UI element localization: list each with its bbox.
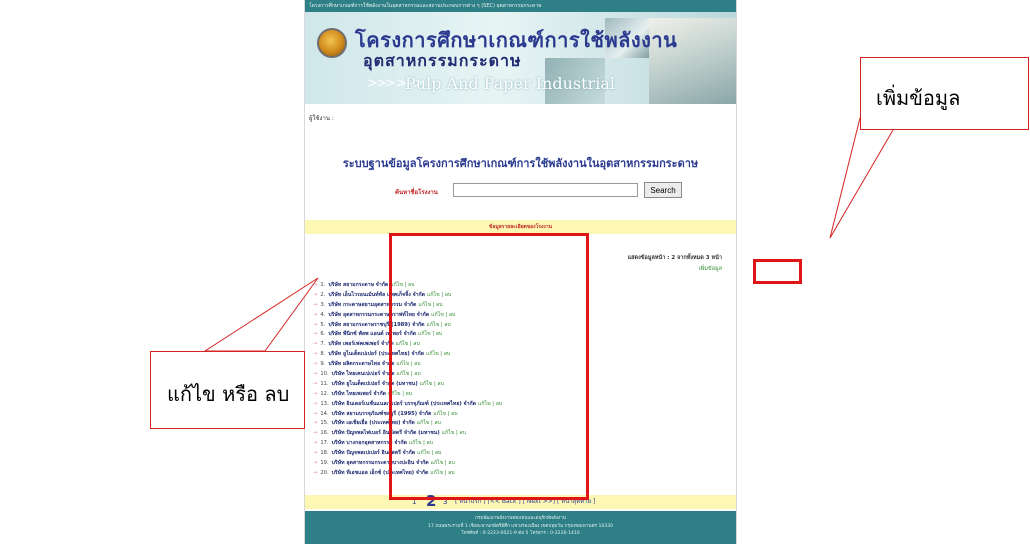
arrow-right-icon: → [313, 371, 318, 378]
callout-add: เพิ่มข้อมูล [860, 57, 1029, 130]
item-number: 1. [320, 282, 326, 288]
page-count: แสดงข้อมูลหน้า : 2 จากทั้งหมด 3 หน้า [627, 255, 722, 261]
arrow-right-icon: → [313, 380, 318, 387]
item-number: 8. [320, 351, 326, 358]
ministry-logo-icon [317, 28, 347, 58]
callout-pointer-right [829, 117, 901, 239]
search-button[interactable]: Search [644, 182, 682, 198]
item-number: 5. [320, 321, 326, 328]
search-bar: ค้นหาชื่อโรงงาน Search [305, 182, 736, 202]
banner-english-title: Pulp And Paper Industrial [405, 74, 615, 93]
section-header: ข้อมูลรายละเอียดของโรงงาน [305, 220, 736, 234]
arrow-right-icon: → [313, 341, 318, 348]
item-number: 18. [320, 450, 329, 457]
arrow-right-icon: → [313, 460, 318, 467]
callout-pointer-left [203, 277, 319, 352]
arrow-right-icon: → [313, 469, 318, 476]
item-number: 6. [320, 331, 326, 338]
company-name: บริษัท ไทยเพเพอร์ จำกัด [331, 390, 386, 397]
arrow-right-icon: → [313, 420, 318, 427]
footer-line: 17 ถนนพระรามที่ 1 เชิงสะพานกษัตริย์ศึก แ… [427, 523, 614, 529]
top-bar: โครงการศึกษาเกณฑ์การใช้พลังงานในอุตสาหกร… [305, 0, 736, 12]
item-number: 14. [320, 410, 329, 417]
page-title: ระบบฐานข้อมูลโครงการศึกษาเกณฑ์การใช้พลัง… [342, 157, 699, 170]
item-number: 19. [320, 460, 329, 467]
item-number: 12. [320, 390, 329, 397]
arrow-right-icon: → [313, 440, 318, 447]
arrow-right-icon: → [313, 321, 318, 328]
user-label: ผู้ใช้งาน : [309, 115, 334, 122]
arrow-right-icon: → [313, 390, 318, 397]
item-number: 13. [320, 400, 329, 407]
item-number: 4. [320, 311, 326, 318]
arrow-right-icon: → [313, 351, 318, 358]
callout-edit-delete: แก้ไข หรือ ลบ [150, 351, 305, 429]
item-number: 17. [320, 440, 329, 447]
search-label: ค้นหาชื่อโรงงาน [395, 189, 438, 196]
item-number: 2. [320, 291, 326, 298]
arrow-right-icon: → [313, 331, 318, 338]
footer: กรมพัฒนาพลังงานทดแทนและอนุรักษ์พลังงาน 1… [305, 511, 736, 544]
item-number: 15. [320, 420, 329, 427]
company-name: บริษัท ผลิตกระดาษไทย จำกัด [328, 361, 395, 368]
item-number: 10. [320, 371, 329, 378]
arrow-right-icon: → [313, 291, 318, 298]
add-data-link[interactable]: เพิ่มข้อมูล [699, 265, 722, 273]
arrow-right-icon: → [313, 282, 318, 288]
item-number: 16. [320, 430, 329, 437]
item-number: 7. [320, 341, 326, 348]
highlight-add-link [753, 259, 802, 284]
arrow-right-icon: → [313, 301, 318, 308]
arrow-right-icon: → [313, 430, 318, 437]
item-number: 20. [320, 469, 329, 476]
item-number: 3. [320, 301, 326, 308]
company-name: บริษัท ไทยเคนเปเปอร์ จำกัด [331, 371, 395, 378]
search-input[interactable] [453, 183, 638, 197]
highlight-edit-links [389, 233, 589, 500]
arrow-right-icon: → [313, 410, 318, 417]
company-name: บริษัท เพอร์เฟคเพเพอร์ จำกัด [328, 341, 394, 348]
arrow-right-icon: → [313, 361, 318, 368]
header-banner: โครงการศึกษาเกณฑ์การใช้พลังงาน อุตสาหกรร… [305, 12, 736, 104]
item-number: 11. [320, 380, 329, 387]
arrow-right-icon: → [313, 400, 318, 407]
company-name: บริษัท สยามกระดาษ จำกัด [328, 282, 389, 288]
banner-subtitle: อุตสาหกรรมกระดาษ [363, 51, 522, 70]
arrow-right-icon: → [313, 311, 318, 318]
arrow-right-icon: → [313, 450, 318, 457]
item-number: 9. [320, 361, 326, 368]
footer-line: โทรศัพท์ : 0-2223-0021-9 ต่อ 5 โทรสาร : … [461, 531, 580, 536]
footer-line: กรมพัฒนาพลังงานทดแทนและอนุรักษ์พลังงาน [475, 516, 566, 521]
